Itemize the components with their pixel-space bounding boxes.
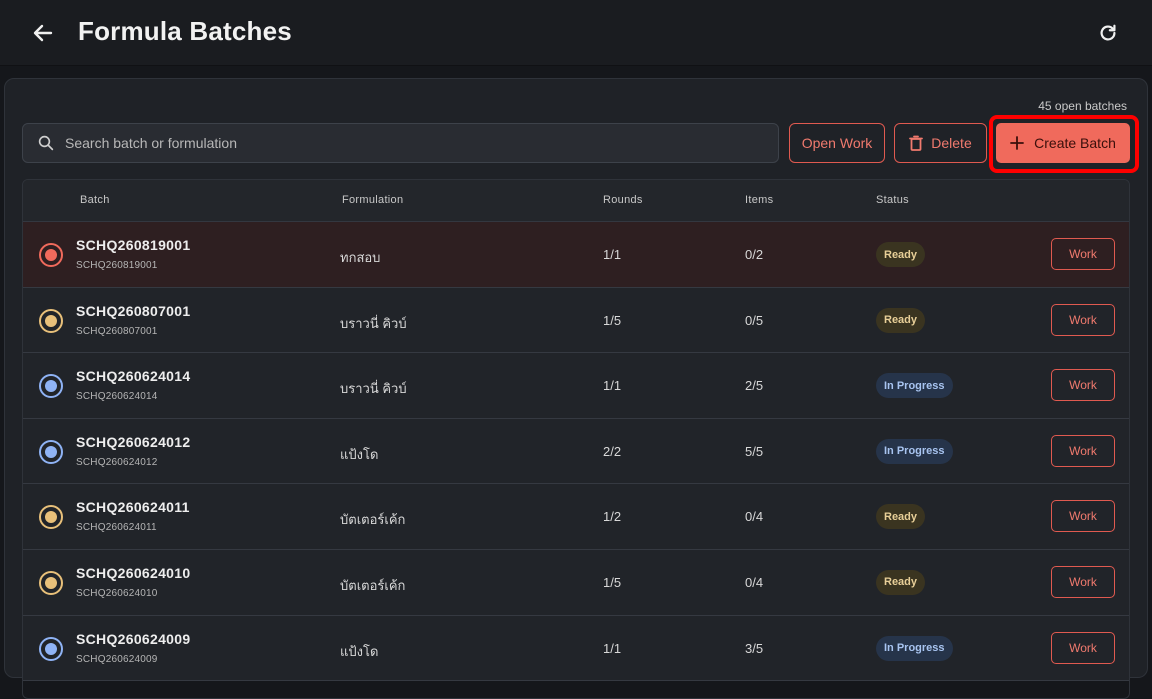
row-radio[interactable] — [39, 243, 63, 267]
work-button[interactable]: Work — [1051, 369, 1115, 402]
batch-subcode: SCHQ260624011 — [76, 522, 157, 534]
status-badge: In Progress — [876, 438, 953, 464]
row-radio[interactable] — [39, 308, 63, 333]
batches-panel: 45 open batches Open Work Delete Create … — [4, 78, 1148, 699]
items-cell: 2/5 — [745, 378, 764, 394]
col-rounds: Rounds — [603, 194, 643, 206]
batch-subcode: SCHQ260624010 — [76, 587, 158, 599]
delete-label: Delete — [931, 135, 972, 151]
rounds-cell: 1/1 — [603, 247, 622, 262]
formulation-cell: แป้งโด — [340, 446, 379, 462]
formulation-cell: บัตเตอร์เค้ก — [340, 577, 406, 593]
col-formulation: Formulation — [342, 194, 404, 206]
work-label: Work — [1069, 247, 1097, 261]
work-button[interactable]: Work — [1051, 303, 1115, 336]
table-header: Batch Formulation Rounds Items Status — [23, 180, 1129, 222]
row-radio[interactable] — [39, 570, 63, 595]
back-button[interactable] — [28, 18, 58, 48]
items-cell: 0/5 — [745, 312, 764, 328]
items-cell: 0/2 — [745, 247, 764, 262]
items-cell: 3/5 — [745, 640, 764, 656]
table-row[interactable]: SCHQ260624014 SCHQ260624014 บราวนี่ คิวบ… — [23, 353, 1129, 419]
status-badge: Ready — [876, 504, 926, 530]
row-radio[interactable] — [39, 636, 63, 661]
col-items: Items — [745, 194, 774, 206]
row-radio[interactable] — [39, 374, 63, 399]
create-batch-button[interactable]: Create Batch — [996, 123, 1130, 163]
batch-code: SCHQ260807001 — [76, 302, 191, 319]
refresh-icon — [1100, 24, 1116, 41]
batch-subcode: SCHQ260819001 — [76, 260, 158, 271]
work-label: Work — [1069, 312, 1097, 327]
formulation-cell: บราวนี่ คิวบ์ — [340, 381, 407, 397]
work-label: Work — [1069, 574, 1097, 589]
row-radio[interactable] — [39, 505, 63, 530]
table-row[interactable]: SCHQ260624011 SCHQ260624011 บัตเตอร์เค้ก… — [23, 484, 1129, 550]
rounds-cell: 1/1 — [603, 640, 622, 656]
col-status: Status — [876, 194, 909, 206]
items-cell: 5/5 — [745, 443, 764, 459]
batch-code: SCHQ260624010 — [76, 564, 191, 581]
formulation-cell: ทกสอบ — [340, 250, 381, 265]
search-box[interactable] — [22, 123, 779, 163]
table-row[interactable]: SCHQ260624012 SCHQ260624012 แป้งโด 2/2 5… — [23, 418, 1129, 485]
batch-code: SCHQ260624011 — [76, 499, 190, 516]
items-cell: 0/4 — [745, 509, 764, 525]
table-row[interactable]: SCHQ260624009 SCHQ260624009 แป้งโด 1/1 3… — [23, 615, 1129, 682]
arrow-left-icon — [33, 24, 53, 42]
work-button[interactable]: Work — [1051, 500, 1115, 533]
work-label: Work — [1069, 378, 1097, 393]
batch-subcode: SCHQ260624014 — [76, 391, 158, 403]
status-badge: Ready — [876, 307, 926, 333]
search-input[interactable] — [65, 135, 745, 151]
batch-subcode: SCHQ260807001 — [76, 325, 158, 337]
batch-code: SCHQ260819001 — [76, 237, 191, 253]
create-batch-label: Create Batch — [1034, 135, 1116, 151]
status-badge: Ready — [876, 242, 926, 267]
batch-code: SCHQ260624012 — [76, 433, 191, 450]
rounds-cell: 2/2 — [603, 443, 622, 459]
batch-subcode: SCHQ260624012 — [76, 456, 158, 468]
formulation-cell: บราวนี่ คิวบ์ — [340, 315, 407, 331]
plus-icon — [1010, 136, 1025, 150]
search-icon — [38, 135, 54, 151]
formulation-cell: บัตเตอร์เค้ก — [340, 512, 406, 528]
col-batch: Batch — [80, 194, 110, 206]
delete-button[interactable]: Delete — [894, 123, 987, 163]
status-badge: In Progress — [876, 373, 953, 399]
work-button[interactable]: Work — [1051, 238, 1115, 270]
open-work-button[interactable]: Open Work — [789, 123, 885, 163]
batch-code: SCHQ260624014 — [76, 368, 191, 385]
work-label: Work — [1069, 509, 1097, 524]
table-row[interactable]: SCHQ260624010 SCHQ260624010 บัตเตอร์เค้ก… — [23, 549, 1129, 616]
rounds-cell: 1/2 — [603, 509, 622, 525]
status-badge: In Progress — [876, 635, 953, 661]
open-work-label: Open Work — [801, 135, 873, 151]
table-row[interactable]: SCHQ260807001 SCHQ260807001 บราวนี่ คิวบ… — [23, 287, 1129, 354]
table-row[interactable]: SCHQ260819001 SCHQ260819001 ทกสอบ 1/1 0/… — [23, 222, 1129, 288]
work-button[interactable]: Work — [1051, 565, 1115, 598]
status-badge: Ready — [876, 569, 926, 595]
app-bar: Formula Batches — [0, 0, 1152, 66]
batch-code: SCHQ260624009 — [76, 630, 191, 647]
table-body: SCHQ260819001 SCHQ260819001 ทกสอบ 1/1 0/… — [23, 222, 1129, 682]
row-radio[interactable] — [39, 439, 63, 464]
work-button[interactable]: Work — [1051, 434, 1115, 467]
formulation-cell: แป้งโด — [340, 643, 379, 659]
batch-subcode: SCHQ260624009 — [76, 653, 158, 665]
trash-icon — [909, 135, 924, 151]
work-label: Work — [1069, 443, 1097, 458]
rounds-cell: 1/1 — [603, 378, 622, 394]
open-batches-count: 45 open batches — [1038, 99, 1127, 113]
items-cell: 0/4 — [745, 574, 764, 590]
batches-table: Batch Formulation Rounds Items Status SC… — [22, 179, 1130, 699]
rounds-cell: 1/5 — [603, 574, 622, 590]
refresh-button[interactable] — [1094, 18, 1122, 48]
rounds-cell: 1/5 — [603, 312, 622, 328]
page-title: Formula Batches — [78, 16, 292, 46]
